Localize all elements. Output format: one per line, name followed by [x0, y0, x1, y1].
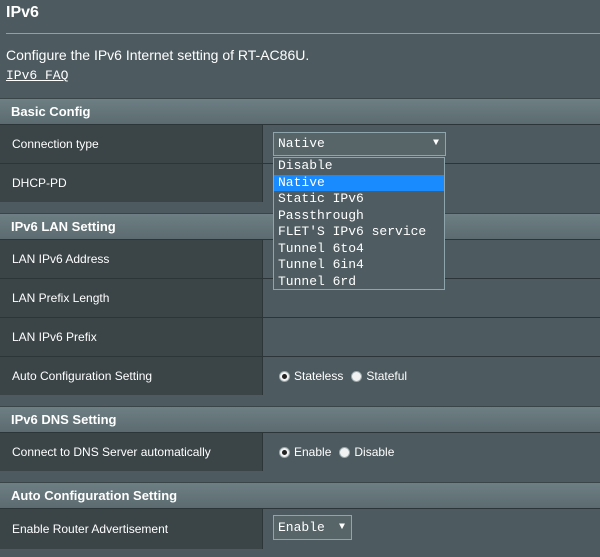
- option-tunnel-6to4[interactable]: Tunnel 6to4: [274, 241, 444, 258]
- connection-type-select[interactable]: Native ▼: [273, 132, 446, 156]
- title-divider: [6, 33, 600, 34]
- router-adv-label: Enable Router Advertisement: [0, 509, 262, 549]
- connection-type-label: Connection type: [0, 125, 262, 163]
- dns-disable-radio[interactable]: Disable: [339, 445, 394, 459]
- lan-prefix-length-label: LAN Prefix Length: [0, 279, 262, 317]
- option-disable[interactable]: Disable: [274, 158, 444, 175]
- radio-unchecked-icon: [339, 446, 351, 458]
- option-static-ipv6[interactable]: Static IPv6: [274, 191, 444, 208]
- auto-config-label: Auto Configuration Setting: [0, 357, 262, 395]
- chevron-down-icon: ▼: [338, 522, 345, 533]
- auto-dns-row: Connect to DNS Server automatically Enab…: [0, 432, 600, 471]
- option-tunnel-6rd[interactable]: Tunnel 6rd: [274, 274, 444, 291]
- radio-unchecked-icon: [351, 370, 363, 382]
- dns-setting-section: IPv6 DNS Setting Connect to DNS Server a…: [0, 406, 600, 471]
- page-description: Configure the IPv6 Internet setting of R…: [6, 47, 310, 63]
- lan-prefix-row: LAN IPv6 Prefix: [0, 317, 600, 356]
- auto-config-section-header: Auto Configuration Setting: [0, 482, 600, 508]
- stateless-radio[interactable]: Stateless: [279, 369, 343, 383]
- option-passthrough[interactable]: Passthrough: [274, 208, 444, 225]
- dns-enable-radio[interactable]: Enable: [279, 445, 331, 459]
- page-title: IPv6: [6, 4, 39, 21]
- lan-prefix-label: LAN IPv6 Prefix: [0, 318, 262, 356]
- dns-setting-header: IPv6 DNS Setting: [0, 406, 600, 432]
- dhcp-pd-label: DHCP-PD: [0, 164, 262, 202]
- radio-checked-icon: [279, 370, 290, 382]
- connection-type-dropdown: Disable Native Static IPv6 Passthrough F…: [273, 157, 445, 290]
- option-flets-ipv6[interactable]: FLET'S IPv6 service: [274, 224, 444, 241]
- radio-checked-icon: [279, 446, 290, 458]
- auto-config-row: Auto Configuration Setting Stateless Sta…: [0, 356, 600, 395]
- ipv6-faq-link[interactable]: IPv6 FAQ: [6, 68, 68, 83]
- auto-dns-label: Connect to DNS Server automatically: [0, 433, 262, 471]
- router-adv-select[interactable]: Enable ▼: [273, 515, 352, 540]
- lan-address-label: LAN IPv6 Address: [0, 240, 262, 278]
- stateful-radio[interactable]: Stateful: [351, 369, 407, 383]
- basic-config-header: Basic Config: [0, 98, 600, 124]
- option-native[interactable]: Native: [274, 174, 444, 191]
- chevron-down-icon: ▼: [432, 138, 439, 149]
- option-tunnel-6in4[interactable]: Tunnel 6in4: [274, 257, 444, 274]
